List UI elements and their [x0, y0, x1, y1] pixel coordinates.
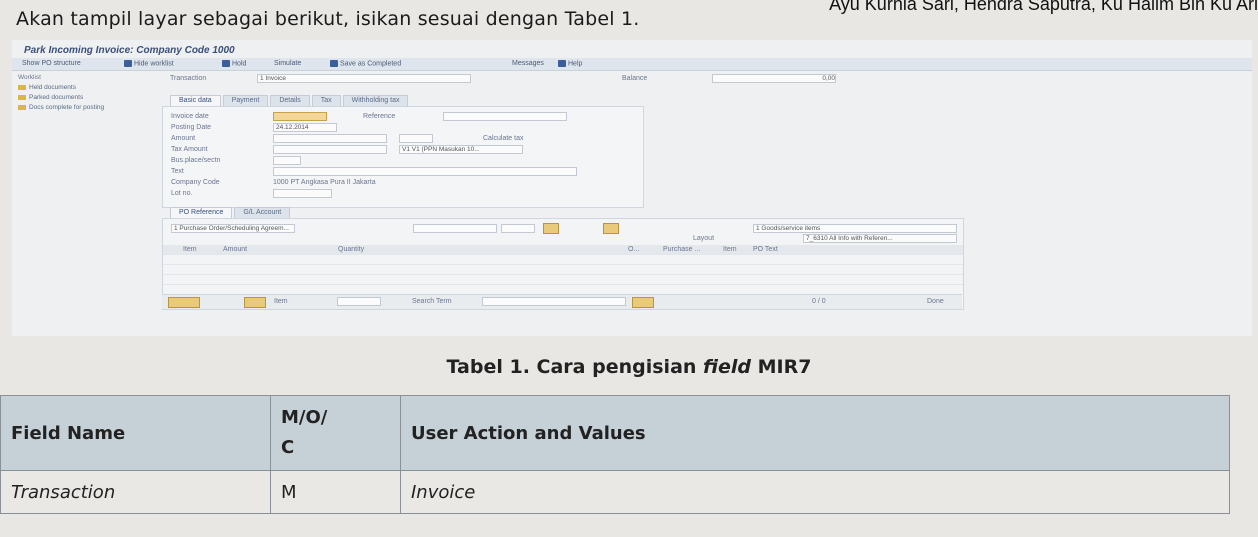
header-tabs: Basic data Payment Details Tax Withholding t… — [170, 95, 410, 106]
tab-details[interactable]: Details — [270, 95, 310, 106]
tax-amount-label: Tax Amount — [171, 146, 208, 153]
tax-amount-field[interactable] — [273, 145, 387, 154]
balance-label: Balance — [622, 75, 648, 82]
author-line: Ayu Kurnia Sari, Hendra Saputra, Ku Hali… — [829, 0, 1258, 14]
search-icon[interactable] — [632, 297, 654, 308]
reference-tabs: PO Reference G/L Account — [170, 207, 292, 218]
table-row: Transaction M Invoice — [0, 470, 1230, 514]
tab-po-reference[interactable]: PO Reference — [170, 207, 233, 218]
worklist-icon — [124, 60, 132, 67]
grid-row[interactable] — [163, 275, 963, 285]
reference-field[interactable] — [443, 112, 567, 121]
grid-col-order-unit: O... — [628, 246, 640, 253]
posting-date-field[interactable]: 24.12.2014 — [273, 123, 337, 132]
lot-no-label: Lot no. — [171, 190, 193, 197]
hide-worklist-button[interactable]: Hide worklist — [124, 60, 174, 67]
tree-item-complete[interactable]: Docs complete for posting — [18, 104, 156, 111]
calculate-tax-checkbox[interactable]: Calculate tax — [483, 135, 523, 142]
tree-item-parked[interactable]: Parked documents — [18, 94, 156, 101]
tab-basic-data[interactable]: Basic data — [170, 95, 221, 106]
po-number-field[interactable] — [413, 224, 497, 233]
done-label: Done — [927, 298, 944, 305]
tab-gl-account[interactable]: G/L Account — [234, 207, 291, 218]
amount-field[interactable] — [273, 134, 387, 143]
cell-moc: M — [270, 470, 401, 514]
item-toolbar: Item Search Term 0 / 0 Done — [162, 294, 962, 309]
grid-row[interactable] — [163, 255, 963, 265]
company-code-value: 1000 PT Angkasa Pura II Jakarta — [273, 179, 376, 186]
item-field[interactable] — [337, 297, 381, 306]
transaction-select[interactable]: 1 Invoice — [257, 74, 471, 83]
sap-toolbar: Show PO structure Hide worklist Hold Sim… — [12, 58, 1252, 71]
grid-col-purchase: Purchase ... — [663, 246, 701, 253]
filter-icon[interactable] — [603, 223, 619, 234]
grid-col-po-text: PO Text — [753, 246, 778, 253]
field-table: Field Name M/O/C User Action and Values … — [0, 395, 1230, 514]
invoice-date-label: Invoice date — [171, 113, 209, 120]
folder-icon — [18, 94, 26, 100]
invoice-date-field[interactable] — [273, 112, 327, 121]
help-icon — [558, 60, 566, 67]
search-term-label: Search Term — [412, 298, 452, 305]
hold-button[interactable]: Hold — [222, 60, 246, 67]
tree-item-held[interactable]: Held documents — [18, 84, 156, 91]
row-actions-icon[interactable] — [168, 297, 200, 308]
bus-place-field[interactable] — [273, 156, 301, 165]
help-button[interactable]: Help — [558, 60, 582, 67]
lot-no-field[interactable] — [273, 189, 332, 198]
posting-date-label: Posting Date — [171, 124, 212, 131]
search-term-field[interactable] — [482, 297, 626, 306]
document-tree: Worklist Held documents Parked documents… — [12, 72, 162, 282]
document-page: Ayu Kurnia Sari, Hendra Saputra, Ku Hali… — [0, 0, 1258, 537]
save-completed-button[interactable]: Save as Completed — [330, 60, 401, 67]
grid-col-quantity: Quantity — [338, 246, 365, 253]
goods-service-select[interactable]: 1 Goods/service items — [753, 224, 957, 233]
grid-col-item: Item — [183, 246, 197, 253]
hold-icon — [222, 60, 230, 67]
messages-button[interactable]: Messages — [512, 60, 544, 67]
po-item-field[interactable] — [501, 224, 535, 233]
cell-field-name: Transaction — [0, 470, 271, 514]
text-field[interactable] — [273, 167, 577, 176]
bus-place-label: Bus.place/sectn — [171, 157, 221, 164]
show-po-structure-button[interactable]: Show PO structure — [22, 60, 81, 67]
header-user-action: User Action and Values — [400, 395, 1230, 471]
currency-field[interactable] — [399, 134, 433, 143]
amount-label: Amount — [171, 135, 196, 142]
layout-select[interactable]: 7_6310 All Info with Referen... — [803, 234, 957, 243]
item-counter: 0 / 0 — [812, 298, 826, 305]
reference-label: Reference — [363, 113, 396, 120]
tax-code-select[interactable]: V1 V1 (PPN Masukan 10... — [399, 145, 523, 154]
sap-title: Park Incoming Invoice: Company Code 1000 — [24, 45, 235, 56]
po-type-select[interactable]: 1 Purchase Order/Scheduling Agreem... — [171, 224, 295, 233]
table-header-row: Field Name M/O/C User Action and Values — [0, 395, 1230, 471]
grid-header: Item Amount Quantity O... Purchase ... I… — [163, 245, 963, 255]
grid-col-amount: Amount — [223, 246, 248, 253]
folder-icon — [18, 104, 26, 110]
grid-col-po-item: Item — [723, 246, 737, 253]
simulate-button[interactable]: Simulate — [274, 60, 301, 67]
grid-row[interactable] — [163, 265, 963, 275]
folder-icon — [18, 84, 26, 90]
item-label: Item — [274, 298, 288, 305]
intro-text: Akan tampil layar sebagai berikut, isika… — [16, 8, 640, 30]
layout-label: Layout — [693, 235, 715, 242]
text-label: Text — [171, 168, 184, 175]
sap-screenshot: Park Incoming Invoice: Company Code 1000… — [12, 40, 1252, 336]
sort-icon[interactable] — [244, 297, 266, 308]
header-field-name: Field Name — [0, 395, 271, 471]
cell-user-action: Invoice — [400, 470, 1230, 514]
balance-field: 0,00 — [712, 74, 836, 83]
save-icon — [330, 60, 338, 67]
tab-tax[interactable]: Tax — [311, 95, 341, 106]
header-moc: M/O/C — [270, 395, 401, 471]
tab-payment[interactable]: Payment — [222, 95, 269, 106]
company-code-label: Company Code — [171, 179, 220, 186]
search-icon[interactable] — [543, 223, 559, 234]
tab-withholding-tax[interactable]: Withholding tax — [342, 95, 409, 106]
transaction-label: Transaction — [170, 75, 207, 82]
table-caption: Tabel 1. Cara pengisian field MIR7 — [446, 356, 812, 378]
basic-data-panel: Invoice date Reference Posting Date 24.1… — [162, 106, 644, 208]
